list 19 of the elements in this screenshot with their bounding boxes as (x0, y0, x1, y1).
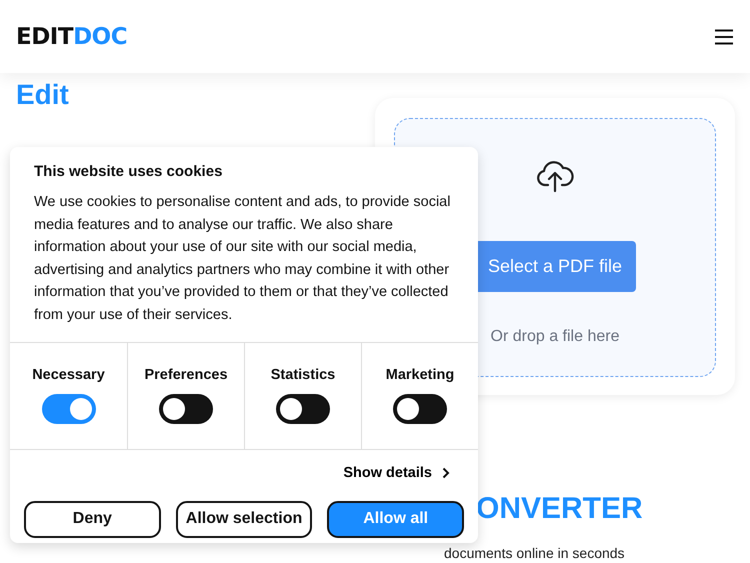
logo[interactable]: EDITDOC (16, 24, 128, 50)
toggle-switch[interactable] (159, 394, 213, 424)
converter-heading: ONVERTER (476, 492, 643, 526)
dialog-title: This website uses cookies (33, 163, 224, 180)
drop-hint: Or drop a file here (490, 328, 620, 346)
category-label: Necessary (32, 366, 105, 383)
subtitle: documents online in seconds (444, 545, 625, 561)
chevron-right-icon (442, 466, 450, 479)
cookie-button[interactable]: Allow selection (176, 500, 312, 538)
category-label: Preferences (144, 366, 228, 383)
toggle-switch[interactable] (42, 394, 96, 424)
cookie-button[interactable]: Deny (24, 500, 161, 538)
show-details-link[interactable]: Show details (341, 462, 452, 483)
toggle-switch[interactable] (393, 394, 447, 424)
cloud-upload-icon (536, 159, 574, 193)
toggle-switch[interactable] (276, 394, 330, 424)
page-heading: Edit (16, 79, 70, 111)
category-label: Statistics (270, 366, 336, 383)
menu-icon[interactable] (714, 28, 734, 44)
